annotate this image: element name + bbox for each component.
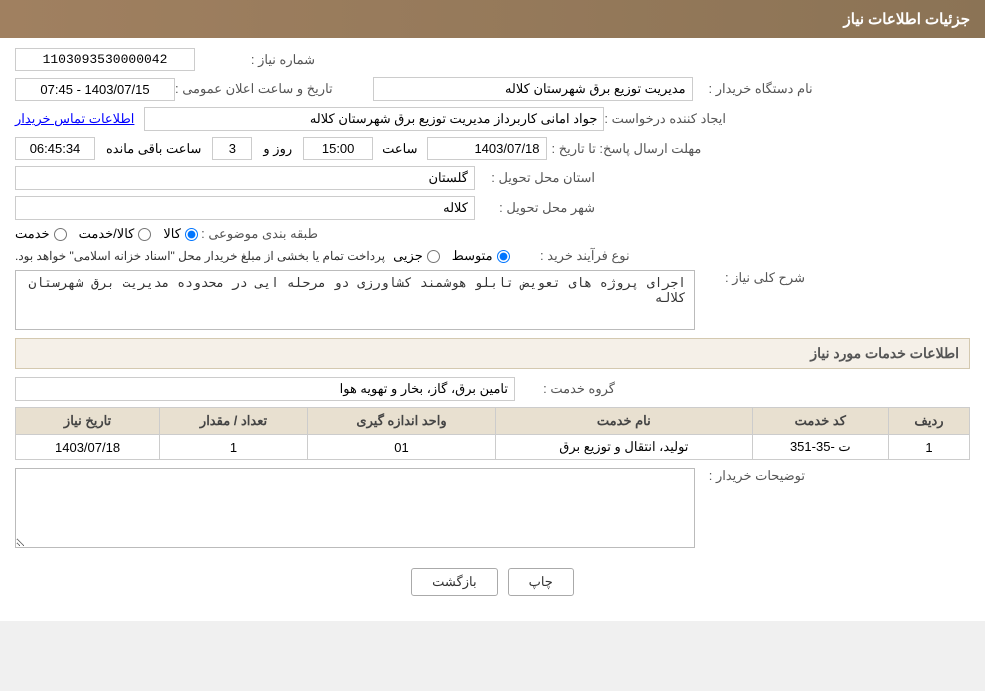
- page-title: جزئیات اطلاعات نیاز: [844, 11, 971, 28]
- requester-value: جواد امانی کاربرداز مدیریت توزیع برق شهر…: [144, 107, 604, 131]
- table-header-row: ردیف کد خدمت نام خدمت واحد اندازه گیری ت…: [16, 408, 970, 435]
- content-area: شماره نیاز : 1103093530000042 نام دستگاه…: [0, 38, 985, 621]
- table-cell-unit: 01: [307, 435, 495, 460]
- city-label: شهر محل تحویل :: [475, 200, 595, 216]
- buyer-notes-textarea[interactable]: [15, 468, 695, 548]
- category-option-kala-label: کالا: [163, 226, 181, 242]
- service-group-row: گروه خدمت : تامین برق، گاز، بخار و تهویه…: [15, 377, 970, 401]
- request-number-label: شماره نیاز :: [195, 52, 315, 68]
- purchase-type-radio-motavas[interactable]: [497, 250, 510, 263]
- col-unit: واحد اندازه گیری: [307, 408, 495, 435]
- contact-info-link[interactable]: اطلاعات تماس خریدار: [15, 111, 134, 127]
- category-radio-khedmat[interactable]: [54, 228, 67, 241]
- page-wrapper: جزئیات اطلاعات نیاز شماره نیاز : 1103093…: [0, 0, 985, 621]
- buyer-org-value: مدیریت توزیع برق شهرستان کلاله: [373, 77, 693, 101]
- page-header: جزئیات اطلاعات نیاز: [0, 0, 985, 38]
- services-heading: اطلاعات خدمات مورد نیاز: [15, 338, 970, 369]
- buyer-notes-row: توضیحات خریدار :: [15, 468, 970, 548]
- days-value: 3: [212, 137, 252, 160]
- category-radio-group: کالا کالا/خدمت خدمت: [15, 226, 198, 242]
- col-row-num: ردیف: [888, 408, 969, 435]
- requester-label: ایجاد کننده درخواست :: [604, 111, 726, 127]
- category-option-2: کالا/خدمت: [79, 226, 152, 242]
- table-cell-quantity: 1: [160, 435, 308, 460]
- city-row: شهر محل تحویل : کلاله: [15, 196, 970, 220]
- category-radio-kala[interactable]: [185, 228, 198, 241]
- province-label: استان محل تحویل :: [475, 170, 595, 186]
- category-label: طبقه بندی موضوعی :: [198, 226, 318, 242]
- days-label: روز و: [263, 141, 292, 157]
- payment-note: پرداخت تمام یا بخشی از مبلغ خریدار محل "…: [15, 249, 385, 263]
- province-row: استان محل تحویل : گلستان: [15, 166, 970, 190]
- category-radio-kala-khedmat[interactable]: [138, 228, 151, 241]
- category-row: طبقه بندی موضوعی : کالا کالا/خدمت خدمت: [15, 226, 970, 242]
- print-button[interactable]: چاپ: [508, 568, 574, 596]
- description-label: شرح کلی نیاز :: [695, 270, 805, 286]
- back-button[interactable]: بازگشت: [411, 568, 497, 596]
- deadline-time-value: 15:00: [303, 137, 373, 160]
- category-option-1: خدمت: [15, 226, 67, 242]
- buyer-org-label: نام دستگاه خریدار :: [693, 81, 813, 97]
- category-option-kala-khedmat-label: کالا/خدمت: [79, 226, 135, 242]
- col-date: تاریخ نیاز: [16, 408, 160, 435]
- response-deadline-label: مهلت ارسال پاسخ: تا تاریخ :: [552, 141, 702, 157]
- category-option-3: کالا: [163, 226, 198, 242]
- col-service-code: کد خدمت: [752, 408, 888, 435]
- buyer-notes-label: توضیحات خریدار :: [695, 468, 805, 484]
- deadline-time-label: ساعت: [382, 141, 417, 157]
- col-quantity: تعداد / مقدار: [160, 408, 308, 435]
- announce-datetime-value: 1403/07/15 - 07:45: [15, 78, 175, 101]
- request-number-row: شماره نیاز : 1103093530000042: [15, 48, 970, 71]
- table-cell-row: 1: [888, 435, 969, 460]
- purchase-type-row: نوع فرآیند خرید : متوسط جزیی پرداخت تمام…: [15, 248, 970, 264]
- table-row: 1ت -35-351تولید، انتقال و توزیع برق01114…: [16, 435, 970, 460]
- service-group-label: گروه خدمت :: [515, 381, 615, 397]
- category-option-khedmat-label: خدمت: [15, 226, 50, 242]
- announce-datetime-label: تاریخ و ساعت اعلان عمومی :: [175, 81, 333, 97]
- table-cell-code: ت -35-351: [752, 435, 888, 460]
- purchase-type-option-motavas: متوسط: [452, 248, 510, 264]
- requester-row: ایجاد کننده درخواست : جواد امانی کاربردا…: [15, 107, 970, 131]
- announce-datetime-row: نام دستگاه خریدار : مدیریت توزیع برق شهر…: [15, 77, 970, 101]
- city-value: کلاله: [15, 196, 475, 220]
- remaining-label: ساعت باقی مانده: [106, 141, 201, 157]
- buttons-row: چاپ بازگشت: [15, 558, 970, 611]
- table-cell-date: 1403/07/18: [16, 435, 160, 460]
- services-table: ردیف کد خدمت نام خدمت واحد اندازه گیری ت…: [15, 407, 970, 460]
- purchase-type-motavas-label: متوسط: [452, 248, 493, 264]
- deadline-row: مهلت ارسال پاسخ: تا تاریخ : 1403/07/18 س…: [15, 137, 970, 160]
- service-group-value: تامین برق، گاز، بخار و تهویه هوا: [15, 377, 515, 401]
- description-row: شرح کلی نیاز :: [15, 270, 970, 330]
- remaining-value: 06:45:34: [15, 137, 95, 160]
- province-value: گلستان: [15, 166, 475, 190]
- purchase-type-label: نوع فرآیند خرید :: [510, 248, 630, 264]
- deadline-date-value: 1403/07/18: [427, 137, 547, 160]
- col-service-name: نام خدمت: [496, 408, 753, 435]
- purchase-type-radio-group: متوسط جزیی: [393, 248, 510, 264]
- purchase-type-radio-jozi[interactable]: [427, 250, 440, 263]
- table-cell-name: تولید، انتقال و توزیع برق: [496, 435, 753, 460]
- request-number-value: 1103093530000042: [15, 48, 195, 71]
- purchase-type-option-jozi: جزیی: [393, 248, 440, 264]
- purchase-type-jozi-label: جزیی: [393, 248, 423, 264]
- description-textarea[interactable]: [15, 270, 695, 330]
